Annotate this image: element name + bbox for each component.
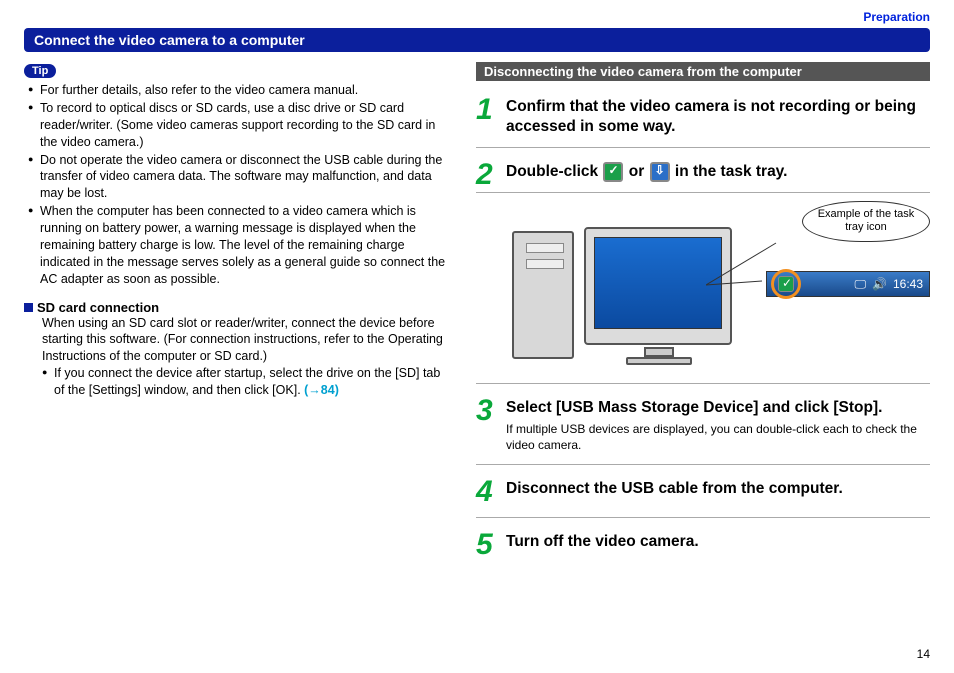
step-5: 5 Turn off the video camera. (476, 524, 930, 570)
page-link-84[interactable]: (→84) (304, 383, 339, 397)
step-title: Double-click or in the task tray. (506, 162, 930, 182)
breadcrumb[interactable]: Preparation (24, 10, 930, 24)
tray-volume-icon: 🔊 (872, 277, 887, 291)
step2-post: in the task tray. (675, 163, 788, 180)
sd-body: When using an SD card slot or reader/wri… (24, 315, 454, 366)
taskbar-time: 16:43 (893, 277, 923, 291)
page-number: 14 (917, 647, 930, 661)
sd-sub-text: If you connect the device after startup,… (54, 366, 440, 397)
monitor-stand (644, 347, 674, 357)
step-body: Turn off the video camera. (506, 530, 930, 552)
sd-heading: SD card connection (24, 300, 454, 315)
step-body: Disconnect the USB cable from the comput… (506, 477, 930, 499)
content-columns: Tip For further details, also refer to t… (24, 62, 930, 576)
tip-bullet: For further details, also refer to the v… (28, 82, 454, 99)
step-body: Select [USB Mass Storage Device] and cli… (506, 396, 930, 453)
pc-tower-icon (512, 231, 574, 359)
step-3: 3 Select [USB Mass Storage Device] and c… (476, 390, 930, 464)
safely-remove-blue-icon (650, 162, 670, 182)
step-title: Select [USB Mass Storage Device] and cli… (506, 398, 930, 418)
taskbar-example: 🖵 🔊 16:43 (766, 271, 930, 297)
step-2: 2 Double-click or in the task tray. (476, 154, 930, 193)
step-body: Confirm that the video camera is not rec… (506, 95, 930, 137)
step-body: Double-click or in the task tray. (506, 160, 930, 182)
step2-pre: Double-click (506, 163, 602, 180)
tip-bullet: When the computer has been connected to … (28, 203, 454, 287)
tray-safely-remove-icon (778, 276, 794, 292)
step-number: 3 (476, 396, 498, 426)
step-number: 5 (476, 530, 498, 560)
monitor-screen (594, 237, 722, 329)
sd-sub-bullet: If you connect the device after startup,… (42, 365, 454, 399)
sd-heading-text: SD card connection (37, 300, 159, 315)
step-title: Confirm that the video camera is not rec… (506, 97, 930, 137)
step-number: 2 (476, 160, 498, 190)
tip-bullet: To record to optical discs or SD cards, … (28, 100, 454, 151)
page-title-bar: Connect the video camera to a computer (24, 28, 930, 52)
step-title: Disconnect the USB cable from the comput… (506, 479, 930, 499)
step-title: Turn off the video camera. (506, 532, 930, 552)
tip-bullet: Do not operate the video camera or disco… (28, 152, 454, 203)
square-bullet-icon (24, 303, 33, 312)
step-number: 4 (476, 477, 498, 507)
step2-mid: or (629, 163, 649, 180)
tip-bullet-list: For further details, also refer to the v… (24, 82, 454, 288)
tray-display-icon: 🖵 (854, 277, 866, 292)
safely-remove-green-icon (603, 162, 623, 182)
step-1: 1 Confirm that the video camera is not r… (476, 89, 930, 148)
right-column: Disconnecting the video camera from the … (476, 62, 930, 576)
monitor-base (626, 357, 692, 365)
tip-badge: Tip (24, 64, 56, 78)
illustration: Example of the task tray icon 🖵 🔊 16:43 (476, 201, 930, 371)
step-4: 4 Disconnect the USB cable from the comp… (476, 471, 930, 518)
left-column: Tip For further details, also refer to t… (24, 62, 454, 576)
section-title: Disconnecting the video camera from the … (476, 62, 930, 81)
step-number: 1 (476, 95, 498, 125)
callout-bubble: Example of the task tray icon (802, 201, 930, 241)
sd-sub-list: If you connect the device after startup,… (24, 365, 454, 399)
step-note: If multiple USB devices are displayed, y… (506, 422, 930, 453)
